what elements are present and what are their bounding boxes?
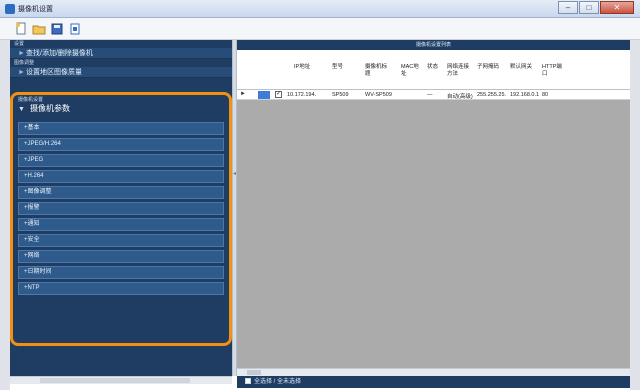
- table-header: IP地址 型号 摄像机标题 MAC地址 状态 网络连接方法 子网掩码 默认网关 …: [237, 50, 630, 90]
- row-checkbox[interactable]: ✓: [275, 91, 282, 98]
- left-window-edge: [0, 40, 10, 390]
- nav-item-area-image-quality[interactable]: ►设置地区图像质量: [10, 67, 232, 78]
- select-all-label: 全选择 / 全未选择: [254, 379, 302, 385]
- window-controls: – □ ✕: [558, 1, 634, 14]
- nav-item-label: 设置地区图像质量: [26, 69, 82, 76]
- column-header[interactable]: 状态: [427, 64, 438, 71]
- cell-subnet-mask: 255.255.25.: [477, 92, 507, 98]
- navigation-pane: 设置 ►查找/添加/删除摄像机 图像调整 ►设置地区图像质量 摄像机设置 ▼ 摄像…: [10, 40, 232, 376]
- highlight-outline: [10, 92, 232, 346]
- scrollbar-thumb[interactable]: [40, 378, 190, 383]
- column-header[interactable]: HTTP端口: [542, 64, 562, 78]
- new-icon[interactable]: [14, 22, 28, 36]
- section-header-settings: 设置: [14, 41, 25, 47]
- cell-network-method: 自动(高级): [447, 94, 473, 100]
- column-header[interactable]: IP地址: [294, 64, 310, 71]
- toolbar: [0, 18, 640, 40]
- column-header[interactable]: 摄像机标题: [365, 64, 387, 78]
- nav-horizontal-scrollbar[interactable]: [10, 376, 232, 384]
- open-icon[interactable]: [32, 22, 46, 36]
- section-header-image-adjust: 图像调整: [14, 60, 35, 66]
- right-window-edge: [630, 40, 640, 390]
- cell-model: SP509: [332, 92, 349, 98]
- chevron-right-icon: ►: [18, 69, 25, 76]
- close-button[interactable]: ✕: [600, 1, 634, 14]
- column-header[interactable]: 型号: [332, 64, 343, 71]
- cell-http-port: 80: [542, 92, 549, 98]
- panel-title: 摄像机设置列表: [237, 40, 630, 50]
- cell-camera-title: WV-SP509: [365, 92, 392, 98]
- scrollbar-thumb[interactable]: [247, 370, 261, 375]
- nav-item-find-add-delete-camera[interactable]: ►查找/添加/删除摄像机: [10, 48, 232, 59]
- minimize-button[interactable]: –: [558, 1, 578, 14]
- nav-item-label: 查找/添加/删除摄像机: [26, 50, 93, 57]
- column-header[interactable]: MAC地址: [401, 64, 419, 78]
- title-bar: 摄像机设置 – □ ✕: [0, 0, 640, 18]
- cell-status: —: [427, 92, 433, 98]
- table-row[interactable]: ► ✓ 10.172.194. SP509 WV-SP509 — 自动(高级) …: [237, 90, 630, 100]
- row-pointer-icon: ►: [240, 91, 246, 97]
- select-all-checkbox[interactable]: [245, 378, 251, 384]
- cell-default-gateway: 192.168.0.1: [510, 92, 540, 98]
- app-icon: [5, 4, 15, 14]
- window-title: 摄像机设置: [18, 6, 53, 13]
- save-icon[interactable]: [50, 22, 64, 36]
- export-icon[interactable]: [68, 22, 82, 36]
- camera-list-pane: 摄像机设置列表 IP地址 型号 摄像机标题 MAC地址 状态 网络连接方法 子网…: [237, 40, 630, 376]
- chevron-right-icon: ►: [18, 50, 25, 57]
- table-horizontal-scrollbar[interactable]: [237, 368, 630, 376]
- maximize-button[interactable]: □: [579, 1, 599, 14]
- column-header[interactable]: 默认网关: [510, 64, 532, 71]
- cell-ip-address: 10.172.194.: [287, 92, 317, 98]
- column-header[interactable]: 子网掩码: [477, 64, 499, 71]
- row-selection-cell[interactable]: [258, 91, 270, 99]
- splitter-grip-icon: ◂: [233, 171, 237, 177]
- select-all-bar[interactable]: 全选择 / 全未选择: [237, 376, 630, 388]
- column-header[interactable]: 网络连接方法: [447, 64, 471, 78]
